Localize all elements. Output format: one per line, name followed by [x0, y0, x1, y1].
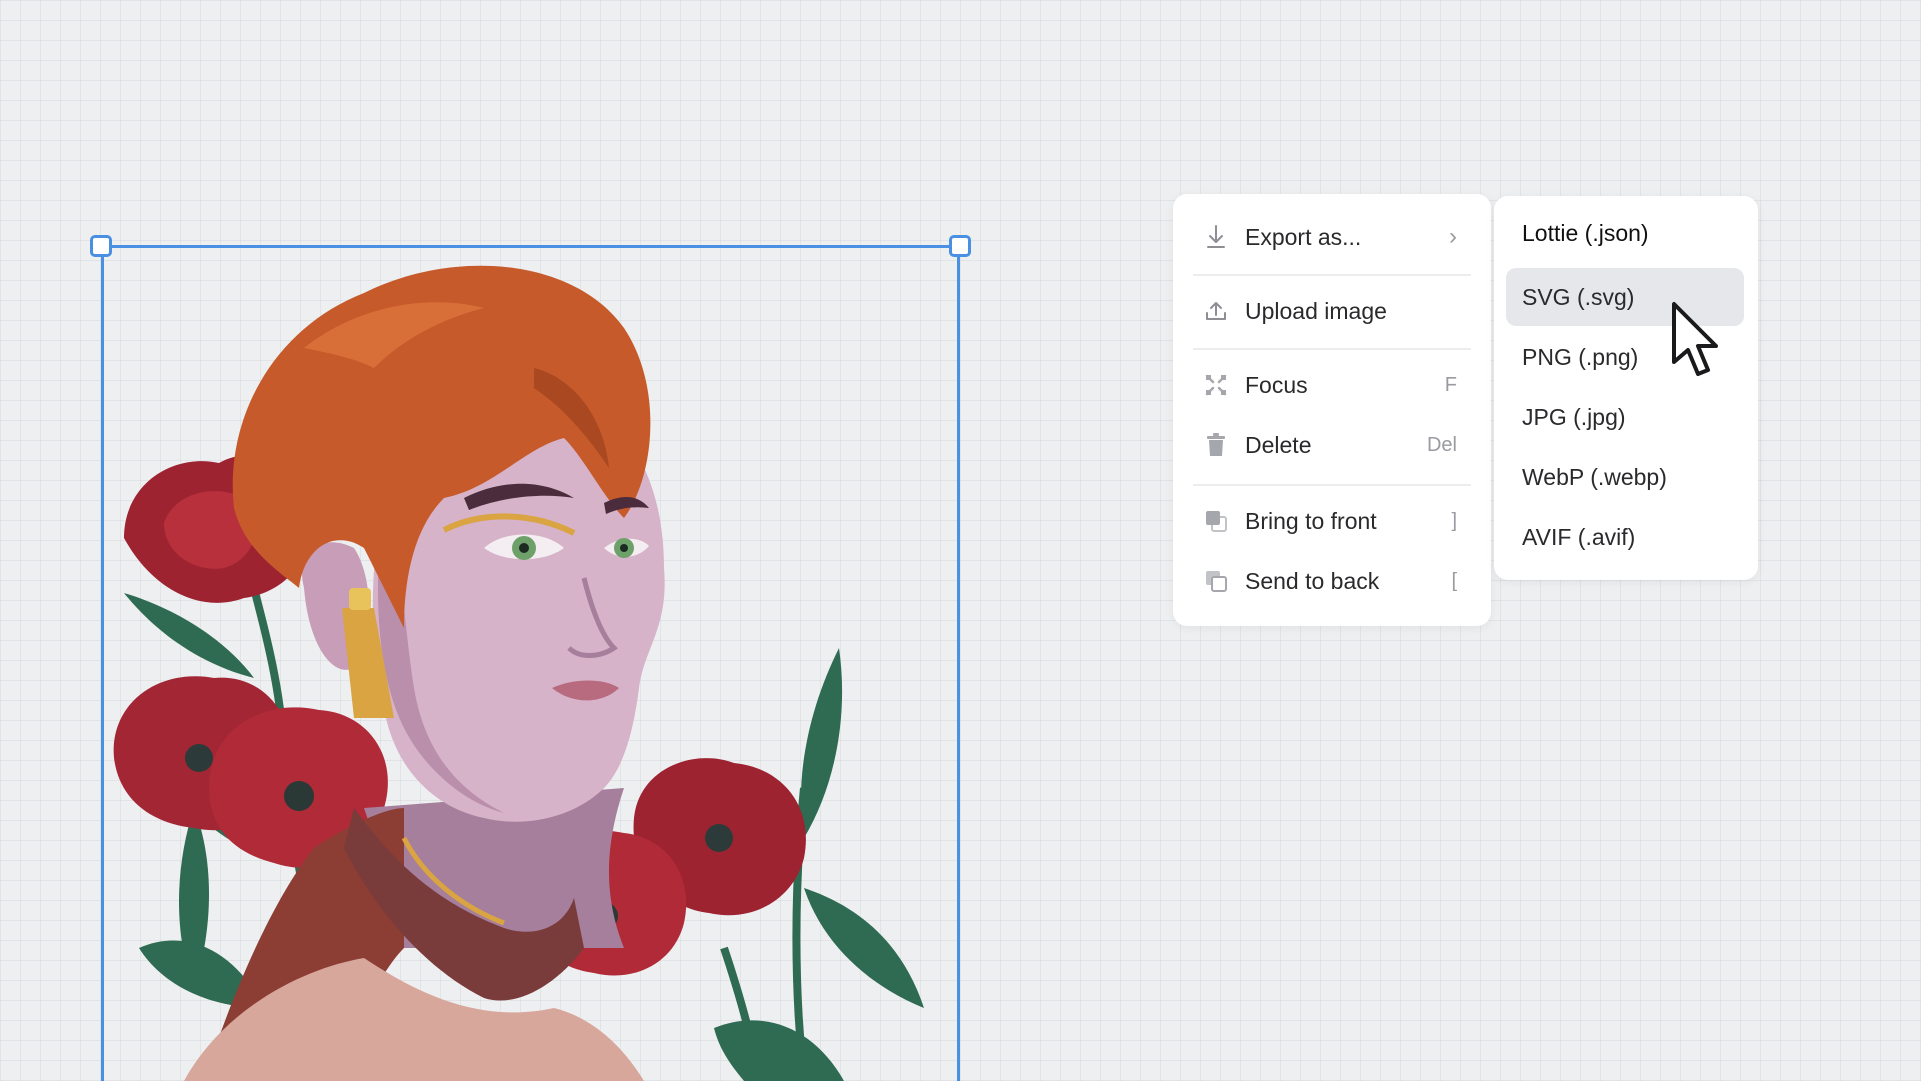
shortcut-hint: Del: [1426, 433, 1457, 456]
menu-divider: [1193, 484, 1471, 486]
resize-handle-top-left[interactable]: [90, 235, 112, 257]
menu-item-send-to-back[interactable]: Send to back [: [1193, 556, 1471, 606]
menu-item-delete[interactable]: Delete Del: [1193, 420, 1471, 470]
download-icon: [1203, 224, 1229, 250]
resize-handle-top-right[interactable]: [949, 235, 971, 257]
menu-item-upload-image[interactable]: Upload image: [1193, 286, 1471, 336]
export-webp-option[interactable]: WebP (.webp): [1506, 448, 1744, 506]
menu-item-label: Send to back: [1245, 567, 1380, 594]
focus-icon: [1203, 372, 1229, 398]
upload-icon: [1203, 298, 1229, 324]
shortcut-hint: ]: [1451, 509, 1457, 532]
context-menu: Export as... › Upload image Focus F Dele…: [1173, 194, 1491, 626]
menu-divider: [1193, 274, 1471, 276]
trash-icon: [1203, 432, 1229, 458]
design-canvas[interactable]: Export as... › Upload image Focus F Dele…: [0, 0, 1921, 1081]
menu-item-label: Delete: [1245, 431, 1312, 458]
menu-item-label: Focus: [1245, 371, 1308, 398]
bring-to-front-icon: [1203, 508, 1229, 534]
shortcut-hint: F: [1444, 373, 1457, 396]
menu-divider: [1193, 348, 1471, 350]
shortcut-hint: [: [1451, 569, 1457, 592]
export-jpg-option[interactable]: JPG (.jpg): [1506, 388, 1744, 446]
menu-item-focus[interactable]: Focus F: [1193, 360, 1471, 410]
export-avif-option[interactable]: AVIF (.avif): [1506, 508, 1744, 566]
selection-frame: [101, 245, 960, 1081]
export-submenu: Lottie (.json) SVG (.svg) PNG (.png) JPG…: [1494, 196, 1758, 580]
menu-item-label: Upload image: [1245, 297, 1387, 324]
menu-item-export-as[interactable]: Export as... ›: [1193, 212, 1471, 262]
menu-item-bring-to-front[interactable]: Bring to front ]: [1193, 496, 1471, 546]
chevron-right-icon: ›: [1449, 223, 1457, 250]
menu-item-label: Export as...: [1245, 223, 1362, 250]
send-to-back-icon: [1203, 568, 1229, 594]
menu-item-label: Bring to front: [1245, 507, 1377, 534]
mouse-cursor-icon: [1672, 302, 1718, 376]
export-lottie-option[interactable]: Lottie (.json): [1506, 204, 1744, 262]
